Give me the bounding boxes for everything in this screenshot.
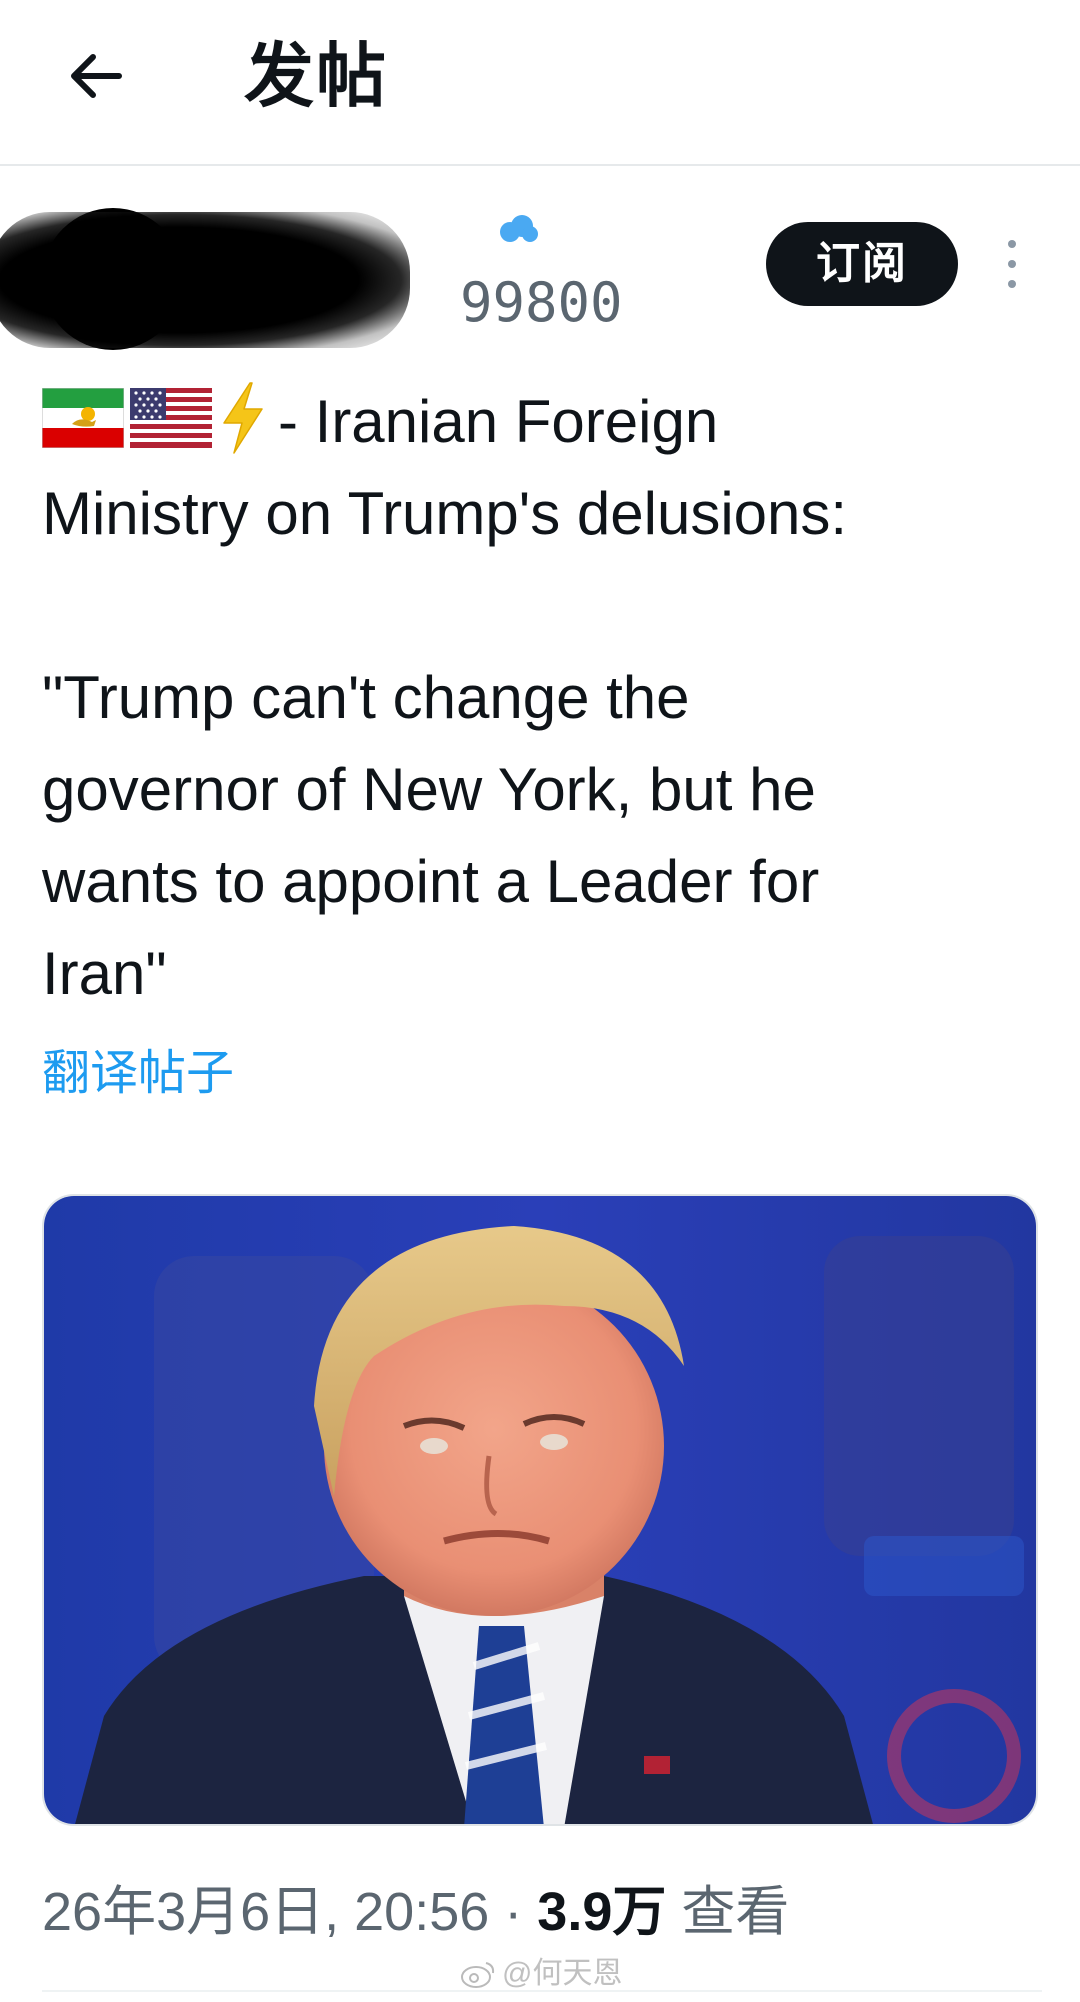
post-line: [42, 560, 1042, 652]
lightning-bolt-icon: [223, 382, 263, 454]
views-label: 查看: [681, 1882, 790, 1942]
post-meta: 26年3月6日, 20:56 · 3.9万 查看: [42, 1872, 789, 1952]
post-detail-page: 发帖 99800 订阅 - Iranian Foreign Ministry o…: [0, 0, 1080, 2002]
views-count: 3.9万: [537, 1882, 667, 1942]
post-line: "Trump can't change the: [42, 664, 690, 731]
arrow-left-icon: [71, 54, 122, 98]
author-row: 99800 订阅: [0, 190, 1080, 350]
photo-of-man-in-suit-icon: [44, 1196, 1036, 1824]
more-options-button[interactable]: [994, 236, 1030, 292]
subscribe-button[interactable]: 订阅: [766, 222, 958, 306]
us-flag-icon: [130, 388, 212, 448]
post-image[interactable]: [42, 1194, 1038, 1826]
post-line: Iran": [42, 940, 167, 1007]
back-button[interactable]: [56, 36, 136, 116]
post-line: wants to appoint a Leader for: [42, 848, 820, 915]
post-line-text: - Iranian Foreign: [278, 388, 719, 455]
post-line: - Iranian Foreign: [42, 376, 1042, 468]
post-datetime[interactable]: 26年3月6日, 20:56: [42, 1882, 489, 1942]
post-line: Ministry on Trump's delusions:: [42, 480, 848, 547]
iran-lion-sun-flag-icon: [42, 388, 124, 448]
page-title: 发帖: [244, 37, 388, 115]
translate-post-link[interactable]: 翻译帖子: [42, 1040, 234, 1108]
meta-separator: ·: [504, 1882, 523, 1942]
post-body: - Iranian Foreign Ministry on Trump's de…: [42, 376, 1042, 1020]
vertical-dots-icon: [1008, 240, 1016, 248]
verified-badge-icon: [500, 215, 538, 242]
top-app-bar: 发帖: [0, 0, 1080, 166]
redacted-author-name: [0, 212, 410, 348]
emoji-group: [42, 381, 268, 455]
author-handle[interactable]: 99800: [460, 272, 623, 334]
divider: [42, 1990, 1042, 1992]
post-line: governor of New York, but he: [42, 756, 816, 823]
weibo-logo-icon: [461, 1962, 495, 1988]
